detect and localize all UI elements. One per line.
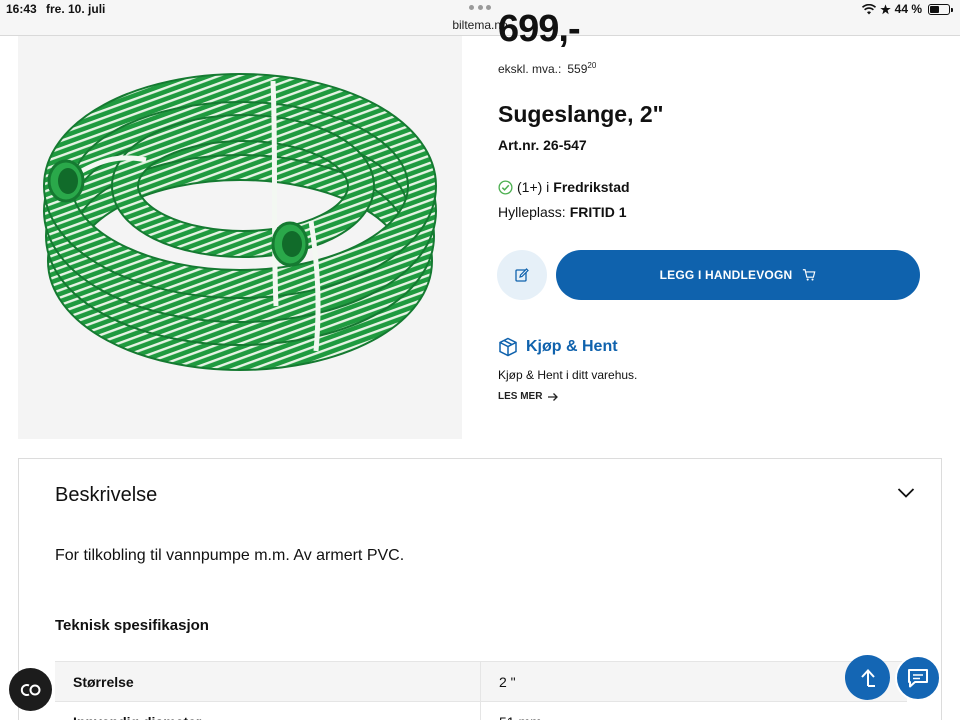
chat-bubble-icon — [908, 669, 928, 688]
shopping-cart-icon — [803, 269, 816, 281]
price-ex-decimals: 20 — [587, 61, 597, 70]
click-and-collect: Kjøp & Hent — [498, 337, 618, 357]
product-image[interactable] — [18, 36, 462, 439]
edit-note-button[interactable] — [497, 250, 547, 300]
status-bar: 16:43 fre. 10. juli 44 % — [0, 0, 960, 18]
multitasking-dots-icon[interactable] — [469, 5, 491, 10]
shelf-label: Hylleplass: — [498, 204, 566, 220]
cookie-consent-icon — [20, 683, 40, 696]
status-time: 16:43 — [6, 2, 37, 16]
arrow-up-icon — [860, 668, 875, 687]
price-ex-value: 559 — [567, 62, 588, 76]
table-row: Innvendig diameter 51 mm — [55, 702, 907, 720]
article-number: Art.nr. 26-547 — [498, 137, 587, 153]
spec-key: Innvendig diameter — [55, 702, 481, 720]
hose-coil-picture — [43, 73, 437, 371]
spec-value: 51 mm — [481, 702, 907, 720]
table-row: Størrelse 2 " — [55, 662, 907, 702]
status-date: fre. 10. juli — [46, 2, 106, 16]
shelf-value: FRITID 1 — [569, 204, 627, 220]
add-to-cart-label: LEGG I HANDLEVOGN — [659, 268, 793, 282]
chevron-down-icon[interactable] — [897, 487, 915, 499]
stock-store[interactable]: Fredrikstad — [553, 179, 629, 195]
price-ex-label: ekskl. mva.: — [498, 62, 562, 76]
wifi-icon — [861, 3, 876, 14]
arrow-right-icon — [548, 392, 559, 401]
battery-icon — [928, 3, 953, 15]
price-excl-vat: ekskl. mva.: 55920 — [498, 61, 597, 76]
shelf-location: Hylleplass: FRITID 1 — [498, 204, 626, 220]
stock-count: (1+) i — [517, 179, 550, 195]
read-more-link[interactable]: LES MER — [498, 391, 559, 402]
chat-button[interactable] — [895, 655, 941, 701]
click-and-collect-description: Kjøp & Hent i ditt varehus. — [498, 368, 638, 382]
product-title: Sugeslange, 2" — [498, 101, 664, 127]
battery-percent: 44 % — [894, 2, 922, 16]
description-panel: Beskrivelse For tilkobling til vannpumpe… — [18, 458, 942, 720]
check-circle-icon — [498, 179, 513, 195]
spec-heading: Teknisk spesifikasjon — [55, 617, 209, 634]
spec-table: Størrelse 2 " Innvendig diameter 51 mm — [55, 661, 907, 720]
package-icon — [499, 337, 517, 357]
click-and-collect-title: Kjøp & Hent — [526, 338, 618, 355]
stock-status: (1+) i Fredrikstad — [498, 179, 630, 195]
spec-value: 2 " — [499, 673, 516, 690]
description-text: For tilkobling til vannpumpe m.m. Av arm… — [55, 547, 405, 564]
spec-key: Størrelse — [55, 662, 481, 701]
address-bar[interactable]: biltema.no — [0, 18, 960, 36]
edit-icon — [515, 268, 529, 282]
cookie-settings-button[interactable] — [9, 668, 52, 711]
product-price: 699,- — [498, 8, 581, 50]
read-more-label: LES MER — [498, 391, 543, 402]
star-icon — [879, 3, 891, 14]
description-heading[interactable]: Beskrivelse — [55, 484, 157, 507]
scroll-to-top-button[interactable] — [845, 655, 890, 700]
url-text[interactable]: biltema.no — [0, 18, 960, 32]
add-to-cart-button[interactable]: LEGG I HANDLEVOGN — [556, 250, 920, 300]
status-right: 44 % — [861, 2, 953, 16]
